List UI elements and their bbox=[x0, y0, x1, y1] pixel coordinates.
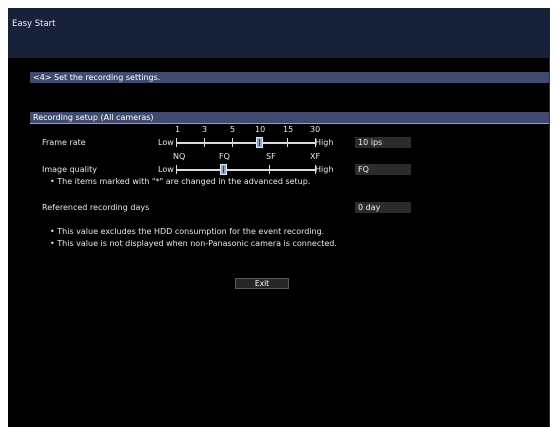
frame-rate-scale-15: 15 bbox=[283, 125, 294, 134]
frame-rate-tick bbox=[287, 138, 288, 147]
frame-rate-label: Frame rate bbox=[42, 138, 86, 147]
advanced-setup-note: • The items marked with "*" are changed … bbox=[50, 177, 311, 186]
frame-rate-scale-1: 1 bbox=[175, 125, 181, 134]
image-quality-tick bbox=[176, 165, 177, 174]
recording-section-title: Recording setup (All cameras) bbox=[33, 113, 154, 122]
image-quality-slider-handle[interactable] bbox=[220, 164, 227, 175]
image-quality-track[interactable] bbox=[176, 169, 316, 171]
frame-rate-tick bbox=[204, 138, 205, 147]
image-quality-label: Image quality bbox=[42, 165, 97, 174]
image-quality-high-label: High bbox=[315, 165, 334, 174]
frame-rate-value-box: 10 ips bbox=[355, 137, 411, 148]
image-quality-value-box: FQ bbox=[355, 164, 411, 175]
image-quality-low-label: Low bbox=[158, 165, 174, 174]
frame-rate-scale-3: 3 bbox=[202, 125, 208, 134]
image-quality-scale-fq: FQ bbox=[219, 152, 230, 161]
frame-rate-scale-30: 30 bbox=[310, 125, 321, 134]
frame-rate-slider-handle[interactable] bbox=[256, 137, 263, 148]
frame-rate-track[interactable] bbox=[176, 142, 316, 144]
title-bar: Easy Start bbox=[8, 8, 550, 58]
image-quality-scale-nq: NQ bbox=[173, 152, 186, 161]
referenced-days-value: 0 day bbox=[358, 203, 381, 212]
image-quality-value: FQ bbox=[358, 165, 369, 174]
frame-rate-tick bbox=[232, 138, 233, 147]
image-quality-scale-sf: SF bbox=[266, 152, 276, 161]
step-heading: <4> Set the recording settings. bbox=[33, 73, 161, 82]
section-divider bbox=[30, 123, 550, 124]
image-quality-tick bbox=[269, 165, 270, 174]
window-title: Easy Start bbox=[12, 19, 56, 29]
screen: Easy Start <4> Set the recording setting… bbox=[0, 0, 558, 427]
referenced-days-value-box: 0 day bbox=[355, 202, 411, 213]
easy-start-window: Easy Start <4> Set the recording setting… bbox=[8, 8, 550, 427]
frame-rate-low-label: Low bbox=[158, 138, 174, 147]
note-non-panasonic: • This value is not displayed when non-P… bbox=[50, 239, 337, 248]
exit-button[interactable]: Exit bbox=[235, 278, 289, 289]
image-quality-scale-xf: XF bbox=[310, 152, 321, 161]
frame-rate-scale-10: 10 bbox=[255, 125, 266, 134]
referenced-days-label: Referenced recording days bbox=[42, 203, 150, 212]
frame-rate-scale-5: 5 bbox=[230, 125, 236, 134]
frame-rate-tick bbox=[176, 138, 177, 147]
step-heading-bar: <4> Set the recording settings. bbox=[30, 72, 550, 83]
frame-rate-value: 10 ips bbox=[358, 138, 383, 147]
recording-section-bar: Recording setup (All cameras) bbox=[30, 112, 550, 123]
frame-rate-high-label: High bbox=[315, 138, 334, 147]
right-edge-line bbox=[549, 58, 550, 427]
note-hdd-consumption: • This value excludes the HDD consumptio… bbox=[50, 227, 325, 236]
